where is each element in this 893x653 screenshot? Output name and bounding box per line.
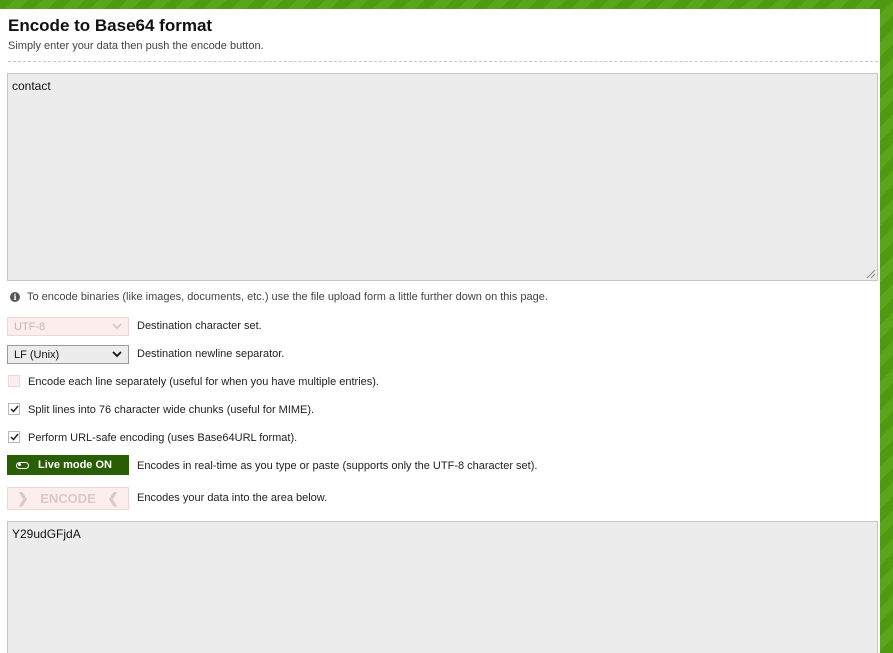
url-safe-label: Perform URL-safe encoding (uses Base64UR… <box>28 432 298 444</box>
resize-grip-icon[interactable] <box>864 267 876 279</box>
live-mode-label: Live mode ON <box>38 459 112 471</box>
page-subtitle: Simply enter your data then push the enc… <box>8 40 264 52</box>
top-brand-bar <box>0 0 893 9</box>
charset-selected-value: UTF-8 <box>14 320 46 333</box>
each-line-checkbox[interactable] <box>8 375 20 387</box>
encode-button-label: ENCODE <box>40 491 96 506</box>
live-mode-description: Encodes in real-time as you type or past… <box>137 460 538 472</box>
info-row: i To encode binaries (like images, docum… <box>10 291 548 303</box>
chevron-left-icon: ❮ <box>107 490 119 506</box>
url-safe-checkbox[interactable] <box>8 431 20 443</box>
live-mode-button[interactable]: Live mode ON <box>7 455 129 475</box>
encode-description: Encodes your data into the area below. <box>137 492 328 504</box>
checkmark-icon <box>9 405 19 413</box>
info-text: To encode binaries (like images, documen… <box>27 291 548 303</box>
encode-button[interactable]: ❯ ENCODE ❮ <box>7 487 129 510</box>
split-lines-checkbox[interactable] <box>8 403 20 415</box>
split-lines-label: Split lines into 76 character wide chunk… <box>28 404 315 416</box>
charset-label: Destination character set. <box>137 320 262 332</box>
info-icon: i <box>10 292 20 302</box>
newline-label: Destination newline separator. <box>137 348 285 360</box>
newline-selected-value: LF (Unix) <box>14 348 60 361</box>
input-textarea[interactable]: contact <box>7 73 878 281</box>
page-title: Encode to Base64 format <box>8 16 213 35</box>
chevron-down-icon <box>112 351 122 358</box>
right-brand-bar <box>880 0 893 653</box>
chevron-down-icon <box>112 323 122 330</box>
main-content: Encode to Base64 format Simply enter you… <box>0 9 880 653</box>
output-textarea[interactable]: Y29udGFjdA <box>7 521 878 653</box>
chevron-right-icon: ❯ <box>17 490 29 506</box>
each-line-label: Encode each line separately (useful for … <box>28 376 379 388</box>
toggle-icon <box>16 461 29 469</box>
checkmark-icon <box>9 433 19 441</box>
divider <box>8 61 878 62</box>
newline-select[interactable]: LF (Unix) <box>7 345 129 364</box>
charset-select[interactable]: UTF-8 <box>7 317 129 336</box>
